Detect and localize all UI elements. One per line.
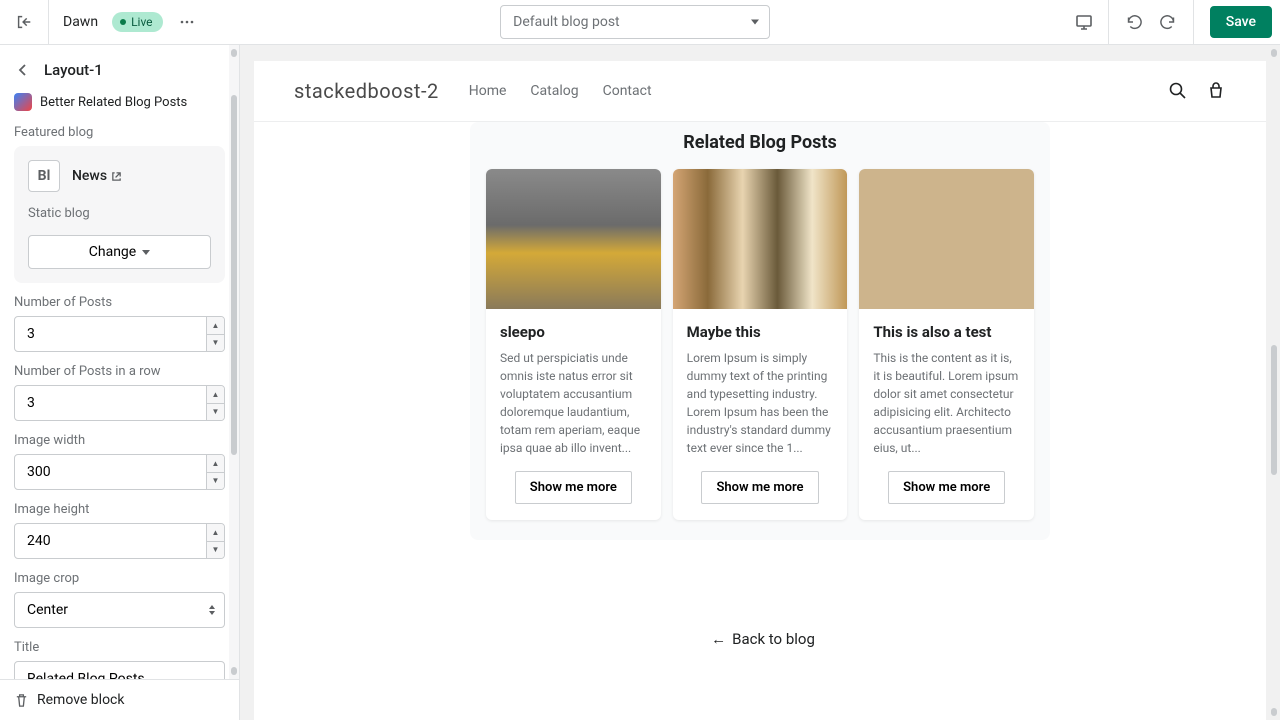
num-posts-row-label: Number of Posts in a row — [14, 364, 225, 379]
exit-icon — [15, 13, 33, 31]
viewport-desktop-button[interactable] — [1068, 6, 1100, 38]
nav-contact[interactable]: Contact — [603, 83, 652, 99]
card-excerpt: This is the content as it is, it is beau… — [873, 349, 1020, 457]
live-badge: Live — [112, 12, 162, 32]
theme-name: Dawn — [57, 14, 104, 30]
card-excerpt: Sed ut perspiciatis unde omnis iste natu… — [500, 349, 647, 457]
trash-icon — [14, 693, 29, 708]
app-name: Better Related Blog Posts — [40, 95, 187, 110]
redo-button[interactable] — [1153, 6, 1185, 38]
preview-pane: stackedboost-2 Home Catalog Contact Rela… — [240, 45, 1280, 720]
image-crop-label: Image crop — [14, 571, 225, 586]
num-posts-row-input[interactable] — [14, 385, 225, 421]
caret-down-icon — [142, 250, 150, 255]
show-more-button[interactable]: Show me more — [888, 471, 1005, 504]
external-link-icon — [111, 171, 122, 182]
caret-down-icon — [751, 20, 759, 25]
change-blog-button[interactable]: Change — [28, 235, 211, 269]
stepper-down[interactable]: ▼ — [207, 335, 224, 352]
related-posts-block: Related Blog Posts sleepo Sed ut perspic… — [470, 122, 1050, 540]
card-image — [859, 169, 1034, 309]
nav-catalog[interactable]: Catalog — [530, 83, 578, 99]
app-icon — [14, 93, 32, 111]
back-button[interactable] — [12, 59, 34, 81]
chevron-left-icon — [16, 63, 30, 77]
blog-card: This is also a test This is the content … — [859, 169, 1034, 520]
image-crop-select[interactable] — [14, 592, 225, 628]
image-width-input[interactable] — [14, 454, 225, 490]
stepper-up[interactable]: ▲ — [207, 524, 224, 542]
stepper-down[interactable]: ▼ — [207, 404, 224, 421]
search-icon[interactable] — [1168, 81, 1188, 101]
exit-button[interactable] — [8, 6, 40, 38]
stepper-up[interactable]: ▲ — [207, 455, 224, 473]
page-selector[interactable]: Default blog post — [500, 5, 770, 39]
num-posts-label: Number of Posts — [14, 295, 225, 310]
back-to-blog-link[interactable]: ←Back to blog — [254, 630, 1266, 648]
show-more-button[interactable]: Show me more — [515, 471, 632, 504]
store-brand[interactable]: stackedboost-2 — [294, 79, 439, 103]
dots-icon — [179, 14, 195, 30]
card-title: Maybe this — [687, 323, 834, 341]
stepper-up[interactable]: ▲ — [207, 386, 224, 404]
show-more-button[interactable]: Show me more — [701, 471, 818, 504]
stepper-down[interactable]: ▼ — [207, 473, 224, 490]
undo-button[interactable] — [1117, 6, 1149, 38]
blog-name[interactable]: News — [72, 168, 122, 184]
remove-block-button[interactable]: Remove block — [0, 679, 239, 720]
arrow-left-icon: ← — [711, 630, 726, 648]
redo-icon — [1160, 13, 1178, 31]
card-title: sleepo — [500, 323, 647, 341]
section-title: Layout-1 — [44, 61, 103, 79]
static-blog-text: Static blog — [28, 206, 211, 221]
nav-home[interactable]: Home — [469, 83, 507, 99]
stepper-up[interactable]: ▲ — [207, 317, 224, 335]
page-selector-label: Default blog post — [513, 14, 620, 30]
card-title: This is also a test — [873, 323, 1020, 341]
stepper-down[interactable]: ▼ — [207, 542, 224, 559]
cart-icon[interactable] — [1206, 81, 1226, 101]
live-dot-icon — [120, 19, 126, 25]
image-height-input[interactable] — [14, 523, 225, 559]
undo-icon — [1124, 13, 1142, 31]
topbar: Dawn Live Default blog post Save — [0, 0, 1280, 45]
image-height-label: Image height — [14, 502, 225, 517]
card-image — [673, 169, 848, 309]
blog-card: Maybe this Lorem Ipsum is simply dummy t… — [673, 169, 848, 520]
desktop-icon — [1074, 12, 1094, 32]
blog-card: sleepo Sed ut perspiciatis unde omnis is… — [486, 169, 661, 520]
save-button[interactable]: Save — [1210, 6, 1272, 38]
more-actions-button[interactable] — [171, 6, 203, 38]
blog-picker: Bl News Static blog Change — [14, 146, 225, 283]
num-posts-input[interactable] — [14, 316, 225, 352]
settings-sidebar: Layout-1 Better Related Blog Posts Featu… — [0, 45, 240, 720]
featured-blog-label: Featured blog — [14, 125, 225, 140]
live-label: Live — [131, 15, 152, 29]
store-header: stackedboost-2 Home Catalog Contact — [254, 61, 1266, 122]
related-title: Related Blog Posts — [470, 122, 1050, 169]
blog-icon: Bl — [28, 160, 60, 192]
card-image — [486, 169, 661, 309]
title-input[interactable] — [14, 661, 225, 679]
card-excerpt: Lorem Ipsum is simply dummy text of the … — [687, 349, 834, 457]
title-field-label: Title — [14, 640, 225, 655]
image-width-label: Image width — [14, 433, 225, 448]
